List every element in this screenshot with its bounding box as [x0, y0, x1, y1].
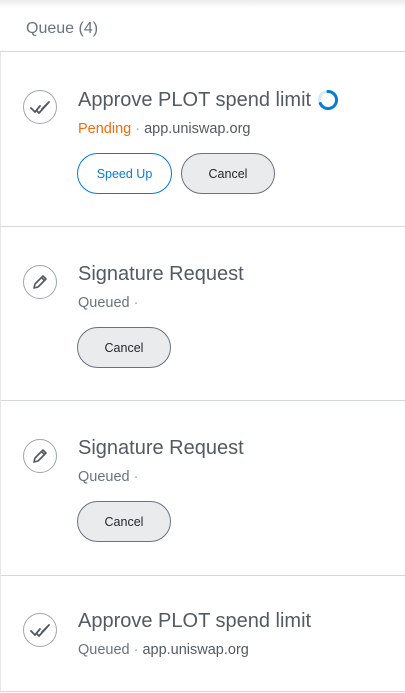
- cancel-button[interactable]: Cancel: [77, 327, 171, 368]
- transaction-title: Signature Request: [78, 263, 244, 285]
- pencil-icon: [23, 439, 57, 473]
- transaction-status-line: Pending · app.uniswap.org: [78, 121, 250, 137]
- loading-spinner-icon: [318, 89, 339, 110]
- separator-dot: ·: [133, 295, 139, 311]
- speed-up-button[interactable]: Speed Up: [77, 153, 172, 194]
- transaction-title: Approve PLOT spend limit: [78, 610, 312, 632]
- transaction-status-line: Queued · app.uniswap.org: [78, 642, 249, 658]
- cancel-button[interactable]: Cancel: [181, 153, 275, 194]
- separator-dot: ·: [133, 469, 139, 485]
- cancel-button[interactable]: Cancel: [77, 501, 171, 542]
- transaction-title: Signature Request: [78, 437, 244, 459]
- transaction-row[interactable]: Approve PLOT spend limit Queued · app.unis…: [0, 576, 405, 692]
- separator-dot: ·: [133, 642, 139, 658]
- transaction-row[interactable]: Signature Request Queued · Cancel: [0, 227, 405, 401]
- queue-header-label: Queue (4): [26, 20, 99, 37]
- transaction-title: Approve PLOT spend limit: [78, 89, 312, 111]
- transaction-row[interactable]: Signature Request Queued · Cancel: [0, 401, 405, 576]
- transaction-status-line: Queued ·: [78, 295, 142, 311]
- top-shadow: [0, 0, 405, 8]
- pencil-icon: [23, 265, 57, 299]
- status-queued: Queued: [78, 642, 130, 658]
- status-pending: Pending: [78, 121, 132, 137]
- status-queued: Queued: [78, 295, 130, 311]
- separator-dot: ·: [135, 121, 141, 137]
- status-queued: Queued: [78, 469, 130, 485]
- transaction-row[interactable]: Approve PLOT spend limit Pending · app.uni…: [0, 52, 405, 227]
- transaction-status-line: Queued ·: [78, 469, 142, 485]
- queue-header: Queue (4): [0, 8, 405, 52]
- double-check-icon: [23, 90, 57, 124]
- double-check-icon: [23, 613, 57, 647]
- transaction-origin: app.uniswap.org: [144, 121, 251, 137]
- transaction-origin: app.uniswap.org: [142, 642, 249, 658]
